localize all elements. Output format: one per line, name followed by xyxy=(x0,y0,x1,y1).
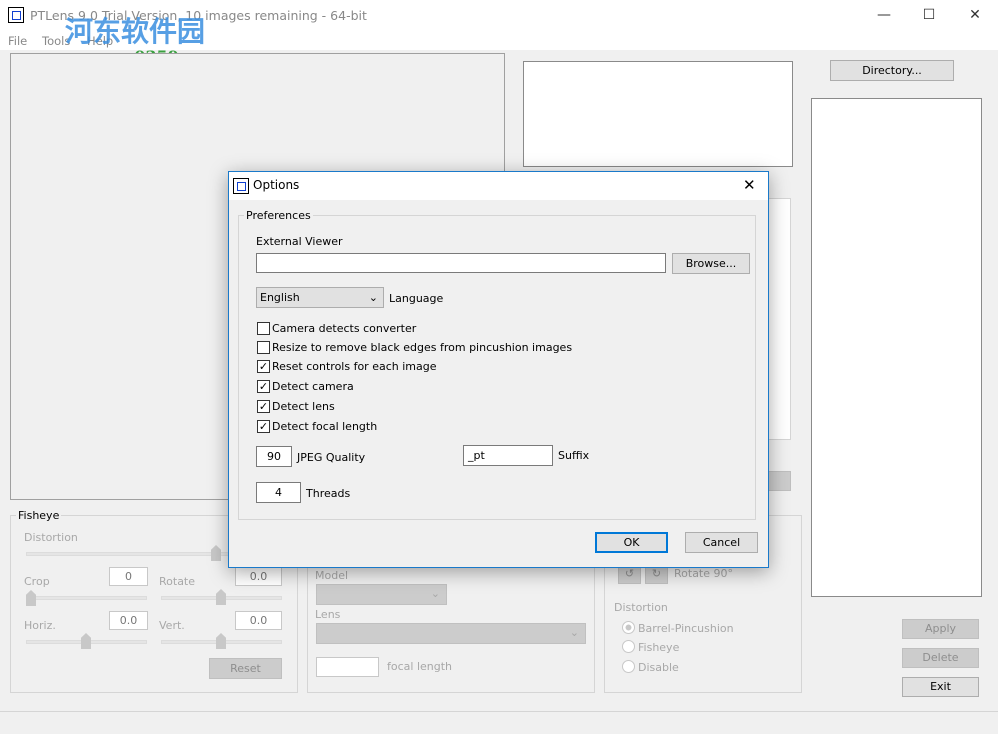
model-label: Model xyxy=(315,569,349,582)
model-dropdown[interactable]: ⌄ xyxy=(316,584,447,605)
crop-slider[interactable] xyxy=(26,596,147,600)
distortion-slider[interactable] xyxy=(26,552,236,556)
barrel-pincushion-label: Barrel-Pincushion xyxy=(638,622,734,635)
crop-value[interactable]: 0 xyxy=(109,567,148,586)
maximize-button[interactable]: ☐ xyxy=(906,0,952,30)
jpeg-quality-input[interactable]: 90 xyxy=(256,446,292,467)
chevron-down-icon: ⌄ xyxy=(368,291,378,304)
radio-barrel-pincushion[interactable] xyxy=(622,621,635,634)
fisheye-label: Fisheye xyxy=(16,509,62,522)
dialog-title-bar xyxy=(229,172,768,200)
close-button[interactable]: ✕ xyxy=(952,0,998,30)
cancel-button[interactable]: Cancel xyxy=(685,532,758,553)
rotate-value[interactable]: 0.0 xyxy=(235,567,282,586)
suffix-input[interactable]: _pt xyxy=(463,445,553,466)
dialog-title: Options xyxy=(253,178,300,192)
vert-label: Vert. xyxy=(159,619,185,632)
language-value: English xyxy=(260,291,300,304)
watermark-logo: 河东软件园 xyxy=(65,15,206,48)
lens-label: Lens xyxy=(315,608,341,621)
radio-fisheye[interactable] xyxy=(622,640,635,653)
checkbox-camera-detects-converter[interactable] xyxy=(257,322,270,335)
checkbox-detect-lens[interactable]: ✓ xyxy=(257,400,270,413)
thumbnail-preview xyxy=(523,61,793,167)
distortion-label: Distortion xyxy=(24,531,78,544)
radio-disable[interactable] xyxy=(622,660,635,673)
file-list[interactable] xyxy=(811,98,982,597)
delete-button[interactable]: Delete xyxy=(902,648,979,668)
checkbox-label: Camera detects converter xyxy=(272,322,417,335)
external-viewer-label: External Viewer xyxy=(256,235,343,248)
preferences-label: Preferences xyxy=(244,209,313,222)
checkbox-resize-black-edges[interactable] xyxy=(257,341,270,354)
rotate90-label: Rotate 90° xyxy=(674,567,734,580)
directory-button[interactable]: Directory... xyxy=(830,60,954,81)
dialog-close-button[interactable]: ✕ xyxy=(743,176,756,194)
apply-button[interactable]: Apply xyxy=(902,619,979,639)
checkbox-label: Resize to remove black edges from pincus… xyxy=(272,341,573,354)
reset-button[interactable]: Reset xyxy=(209,658,282,679)
checkbox-detect-focal-length[interactable]: ✓ xyxy=(257,420,270,433)
checkbox-detect-camera[interactable]: ✓ xyxy=(257,380,270,393)
disable-label: Disable xyxy=(638,661,679,674)
lens-dropdown[interactable]: ⌄ xyxy=(316,623,586,644)
exit-button[interactable]: Exit xyxy=(902,677,979,697)
horiz-value[interactable]: 0.0 xyxy=(109,611,148,630)
menu-file[interactable]: File xyxy=(8,34,27,48)
minimize-button[interactable]: — xyxy=(861,0,907,30)
language-dropdown[interactable]: English ⌄ xyxy=(256,287,384,308)
ok-button[interactable]: OK xyxy=(595,532,668,553)
status-bar-divider xyxy=(0,711,998,712)
dialog-app-icon xyxy=(233,178,249,194)
rotate-cw-icon: ↻ xyxy=(651,567,662,580)
options-dialog: Options ✕ Preferences External Viewer Br… xyxy=(228,171,769,568)
checkbox-label: Reset controls for each image xyxy=(272,360,437,373)
crop-label: Crop xyxy=(24,575,50,588)
browse-button[interactable]: Browse... xyxy=(672,253,750,274)
focal-length-input[interactable] xyxy=(316,657,379,677)
checkbox-label: Detect focal length xyxy=(272,420,378,433)
threads-input[interactable]: 4 xyxy=(256,482,301,503)
rotate-ccw-icon: ↺ xyxy=(624,567,635,580)
vert-value[interactable]: 0.0 xyxy=(235,611,282,630)
fisheye-option-label: Fisheye xyxy=(638,641,680,654)
chevron-down-icon: ⌄ xyxy=(569,626,579,639)
checkbox-label: Detect lens xyxy=(272,400,335,413)
app-icon xyxy=(8,7,24,23)
threads-label: Threads xyxy=(306,487,351,500)
jpeg-quality-label: JPEG Quality xyxy=(297,451,366,464)
checkbox-reset-controls[interactable]: ✓ xyxy=(257,360,270,373)
chevron-down-icon: ⌄ xyxy=(430,587,440,600)
language-label: Language xyxy=(389,292,444,305)
external-viewer-input[interactable] xyxy=(256,253,666,273)
rotate-label: Rotate xyxy=(159,575,196,588)
suffix-label: Suffix xyxy=(558,449,590,462)
checkbox-label: Detect camera xyxy=(272,380,354,393)
distortion-type-label: Distortion xyxy=(614,601,668,614)
focal-length-label: focal length xyxy=(387,660,453,673)
horiz-label: Horiz. xyxy=(24,619,56,632)
